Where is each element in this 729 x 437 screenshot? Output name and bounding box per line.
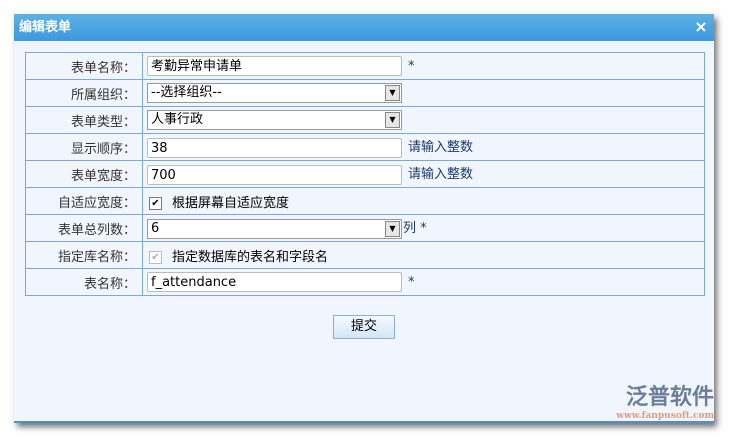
row-db-name: 指定库名称： ✔ 指定数据库的表名和字段名 [26, 242, 705, 269]
selected-value: --选择组织-- [151, 85, 222, 100]
row-adaptive-width: 自适应宽度： ✔ 根据屏幕自适应宽度 [26, 188, 705, 215]
row-form-width: 表单宽度：700 请输入整数 [26, 161, 705, 188]
label: 指定库名称： [26, 242, 143, 269]
edit-form-dialog: 编辑表单 × 表单名称：考勤异常申请单 * 所属组织： --选择组织-- ▼ 表单类型… [14, 14, 714, 423]
logo-name: 泛普软件 [616, 379, 714, 411]
label: 显示顺序： [26, 134, 143, 161]
label: 表单宽度： [26, 161, 143, 188]
selected-value: 人事行政 [151, 112, 203, 127]
label: 表单类型： [26, 107, 143, 134]
label: 表名称： [26, 269, 143, 296]
row-display-order: 显示顺序：38 请输入整数 [26, 134, 705, 161]
chevron-down-icon[interactable]: ▼ [385, 112, 400, 128]
submit-button[interactable]: 提交 [333, 315, 395, 339]
row-form-name: 表单名称：考勤异常申请单 * [26, 53, 705, 80]
display-order-input[interactable]: 38 [147, 138, 402, 158]
column-count-select[interactable]: 6▼ [147, 219, 402, 239]
dialog-title: 编辑表单 [19, 20, 71, 35]
required-mark: * [408, 275, 415, 290]
suffix: 列 * [403, 221, 427, 236]
logo-url: www.fanpusoft.com [616, 411, 714, 421]
form-type-select[interactable]: 人事行政 ▼ [147, 110, 402, 130]
dialog-titlebar: 编辑表单 × [14, 14, 714, 41]
required-mark: * [408, 59, 415, 74]
close-icon[interactable]: × [694, 20, 708, 34]
table-name-input[interactable]: f_attendance [147, 272, 402, 292]
chevron-down-icon[interactable]: ▼ [385, 221, 400, 237]
hint: 请输入整数 [408, 167, 473, 182]
selected-value: 6 [151, 221, 159, 236]
logo: 泛普软件 www.fanpusoft.com [616, 379, 714, 421]
row-column-count: 表单总列数：6▼列 * [26, 215, 705, 242]
row-form-type: 表单类型： 人事行政 ▼ [26, 107, 705, 134]
checkbox-label: 指定数据库的表名和字段名 [172, 250, 328, 265]
label: 表单总列数： [26, 215, 143, 242]
db-name-checkbox: ✔ [149, 251, 162, 264]
label: 所属组织： [26, 80, 143, 107]
row-organization: 所属组织： --选择组织-- ▼ [26, 80, 705, 107]
chevron-down-icon[interactable]: ▼ [385, 85, 400, 101]
label: 表单名称： [26, 53, 143, 80]
form-table: 表单名称：考勤异常申请单* 所属组织：--选择组织--▼ 表单类型：人事行政▼ … [25, 52, 705, 296]
hint: 请输入整数 [408, 140, 473, 155]
form-width-input[interactable]: 700 [147, 165, 402, 185]
checkbox-label: 根据屏幕自适应宽度 [172, 196, 289, 211]
label: 自适应宽度： [26, 188, 143, 215]
row-table-name: 表名称：f_attendance * [26, 269, 705, 296]
organization-select[interactable]: --选择组织-- ▼ [147, 83, 402, 103]
adaptive-width-checkbox[interactable]: ✔ [149, 197, 162, 210]
form-name-input[interactable]: 考勤异常申请单 [147, 56, 402, 76]
